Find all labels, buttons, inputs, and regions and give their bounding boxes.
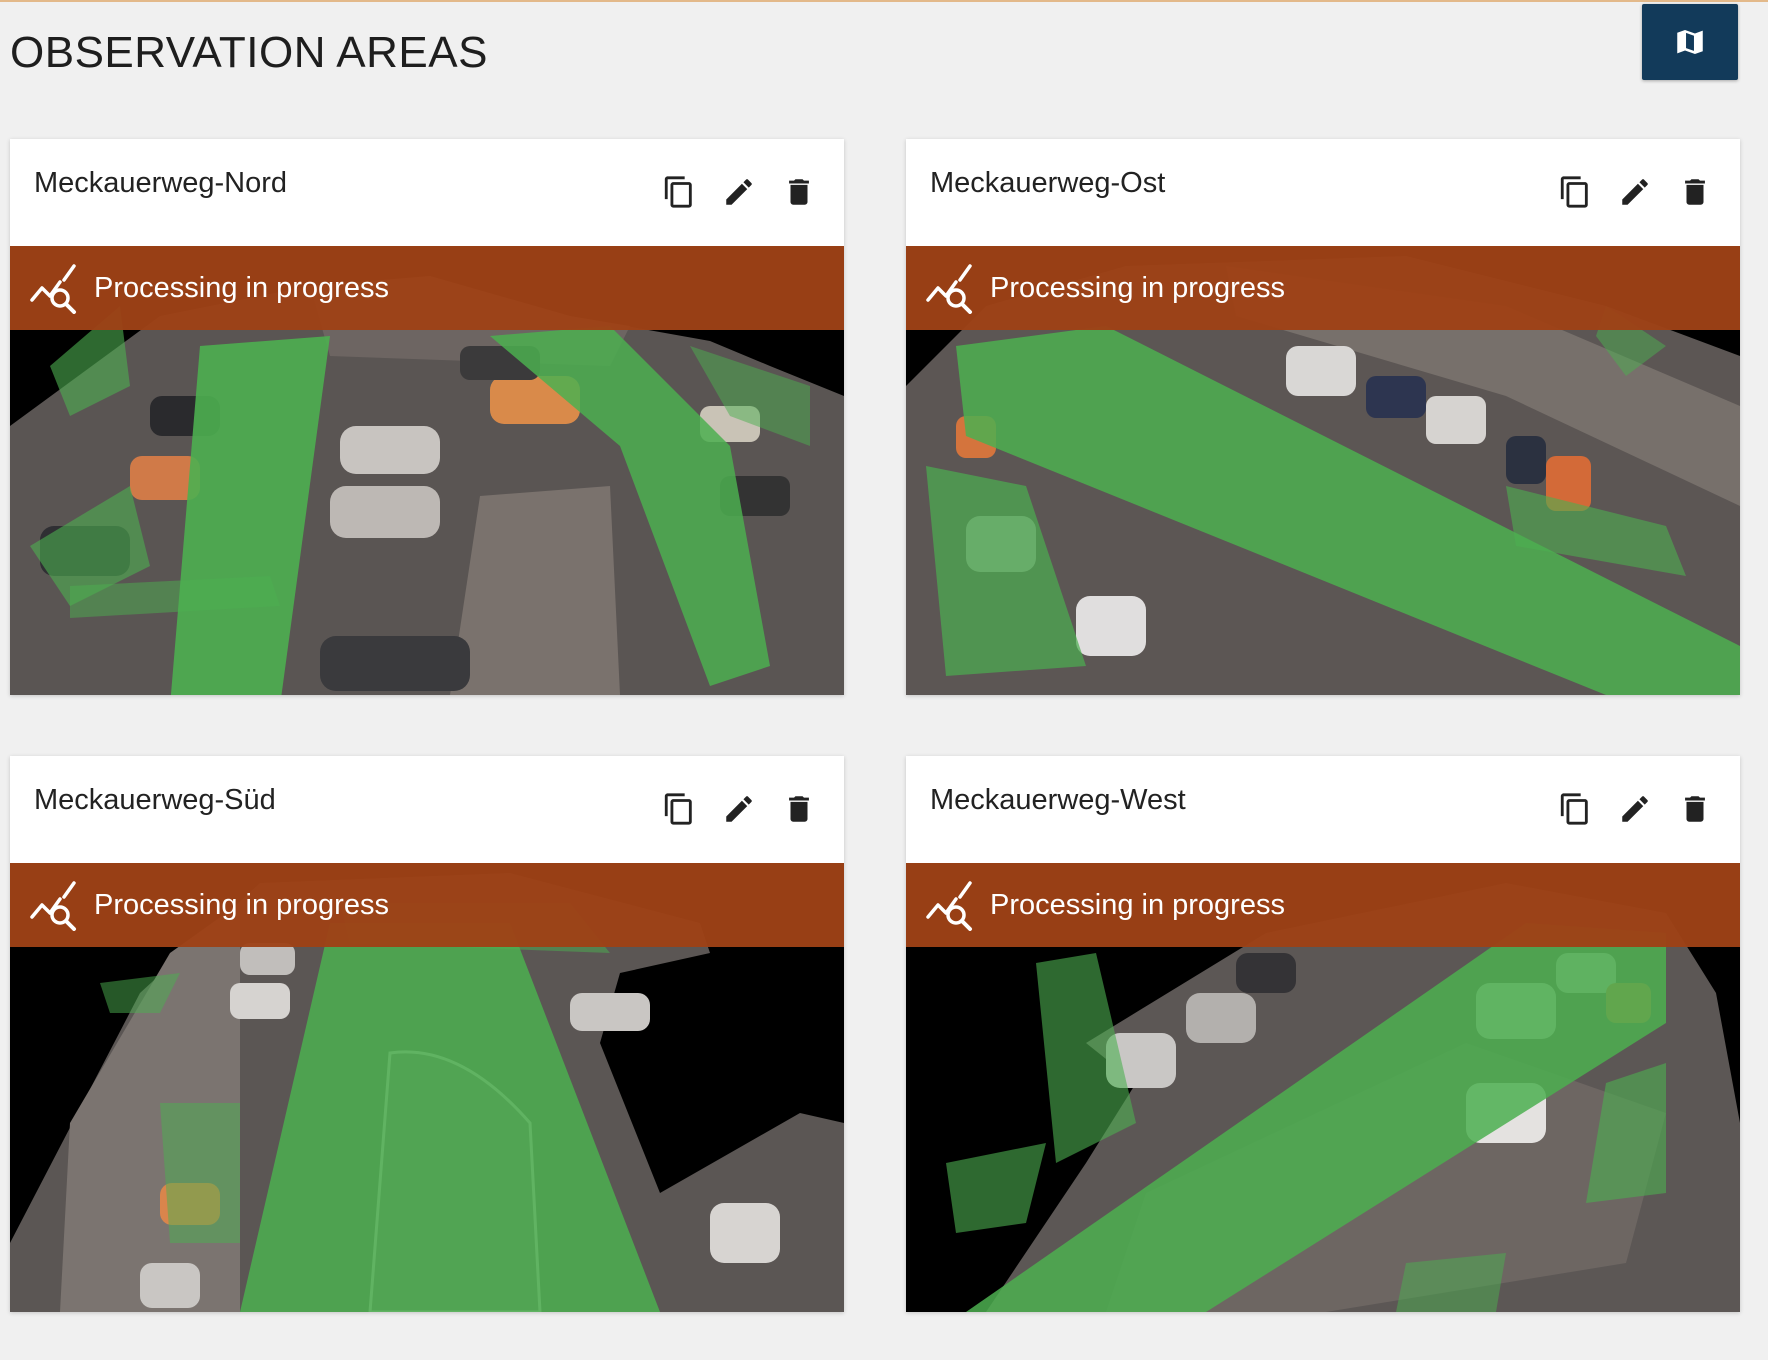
- card-title: Meckauerweg-Ost: [930, 167, 1166, 199]
- camera-image[interactable]: Processing in progress: [10, 863, 844, 1312]
- copy-icon: [1560, 793, 1588, 825]
- card-header: Meckauerweg-West: [906, 756, 1740, 863]
- card-actions: [1556, 790, 1714, 828]
- edit-button[interactable]: [720, 173, 758, 211]
- copy-button[interactable]: [660, 790, 698, 828]
- delete-button[interactable]: [1676, 173, 1714, 211]
- map-view-button[interactable]: [1642, 4, 1738, 80]
- copy-icon: [664, 793, 692, 825]
- delete-icon: [789, 796, 809, 822]
- edit-button[interactable]: [1616, 790, 1654, 828]
- status-text: Processing in progress: [94, 271, 389, 304]
- observation-area-card: Meckauerweg-Ost Processing in progress: [906, 139, 1740, 695]
- camera-image[interactable]: Processing in progress: [906, 863, 1740, 1312]
- card-title: Meckauerweg-West: [930, 784, 1186, 816]
- status-banner: Processing in progress: [10, 863, 844, 947]
- analytics-search-icon: [30, 264, 76, 314]
- status-banner: Processing in progress: [10, 246, 844, 330]
- observation-area-card: Meckauerweg-Süd Processing in progress: [10, 756, 844, 1312]
- analytics-search-icon: [926, 881, 972, 931]
- top-accent-line: [0, 0, 1768, 2]
- edit-icon: [726, 796, 752, 822]
- camera-image[interactable]: Processing in progress: [906, 246, 1740, 695]
- observation-areas-grid: Meckauerweg-Nord Processing in progress …: [10, 139, 1740, 1312]
- card-header: Meckauerweg-Süd: [10, 756, 844, 863]
- status-banner: Processing in progress: [906, 246, 1740, 330]
- card-header: Meckauerweg-Ost: [906, 139, 1740, 246]
- observation-area-card: Meckauerweg-West Processing in progress: [906, 756, 1740, 1312]
- copy-icon: [1560, 176, 1588, 208]
- delete-icon: [789, 179, 809, 205]
- card-actions: [1556, 173, 1714, 211]
- delete-icon: [1685, 179, 1705, 205]
- delete-button[interactable]: [780, 790, 818, 828]
- card-title: Meckauerweg-Nord: [34, 167, 288, 199]
- delete-button[interactable]: [780, 173, 818, 211]
- edit-icon: [1622, 796, 1648, 822]
- status-text: Processing in progress: [990, 271, 1285, 304]
- status-text: Processing in progress: [94, 888, 389, 921]
- edit-button[interactable]: [1616, 173, 1654, 211]
- map-icon: [1677, 29, 1703, 55]
- card-actions: [660, 173, 818, 211]
- edit-icon: [726, 179, 752, 205]
- camera-image[interactable]: Processing in progress: [10, 246, 844, 695]
- analytics-search-icon: [30, 881, 76, 931]
- status-text: Processing in progress: [990, 888, 1285, 921]
- edit-icon: [1622, 179, 1648, 205]
- status-banner: Processing in progress: [906, 863, 1740, 947]
- page-title: OBSERVATION AREAS: [10, 28, 488, 77]
- copy-button[interactable]: [1556, 173, 1594, 211]
- edit-button[interactable]: [720, 790, 758, 828]
- card-title: Meckauerweg-Süd: [34, 784, 276, 816]
- observation-area-card: Meckauerweg-Nord Processing in progress: [10, 139, 844, 695]
- copy-button[interactable]: [1556, 790, 1594, 828]
- card-actions: [660, 790, 818, 828]
- copy-icon: [664, 176, 692, 208]
- analytics-search-icon: [926, 264, 972, 314]
- delete-button[interactable]: [1676, 790, 1714, 828]
- card-header: Meckauerweg-Nord: [10, 139, 844, 246]
- delete-icon: [1685, 796, 1705, 822]
- copy-button[interactable]: [660, 173, 698, 211]
